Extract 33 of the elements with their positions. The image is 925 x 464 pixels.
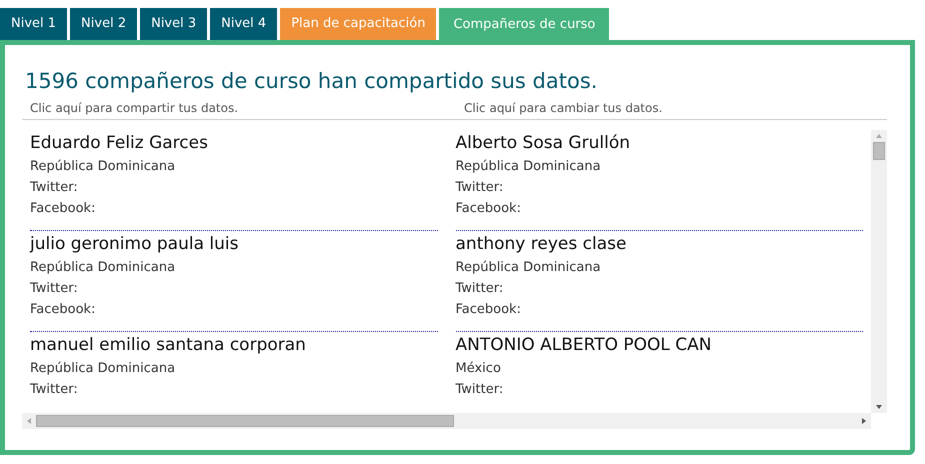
- tab[interactable]: Nivel 2: [70, 8, 138, 40]
- classmate-name: Eduardo Feliz Garces: [30, 132, 209, 155]
- classmate-name: ANTONIO ALBERTO POOL CAN: [456, 334, 712, 357]
- twitter-label: Twitter:: [30, 179, 79, 197]
- twitter-label: Twitter:: [30, 280, 79, 298]
- twitter-label: Twitter:: [30, 381, 79, 399]
- country-text: República Dominicana: [30, 259, 176, 277]
- scrollbar-thumb[interactable]: [36, 415, 454, 427]
- tab[interactable]: Nivel 3: [140, 8, 208, 40]
- vertical-scrollbar[interactable]: [871, 130, 887, 413]
- twitter-label: Twitter:: [456, 280, 504, 298]
- twitter-label: Twitter:: [456, 179, 504, 197]
- facebook-label: Facebook:: [456, 200, 522, 218]
- horizontal-scrollbar[interactable]: [22, 413, 871, 429]
- country-text: República Dominicana: [456, 158, 602, 176]
- classmate-name: Alberto Sosa Grullón: [456, 132, 631, 155]
- change-data-link[interactable]: Clic aquí para cambiar tus datos.: [456, 99, 662, 117]
- country-text: República Dominicana: [30, 158, 176, 176]
- country-text: República Dominicana: [456, 259, 602, 277]
- country-text: República Dominicana: [30, 360, 176, 378]
- tab[interactable]: Nivel 4: [210, 8, 278, 40]
- classmate-name: julio geronimo paula luis: [30, 233, 240, 256]
- facebook-label: Facebook:: [456, 301, 522, 319]
- country-text: México: [456, 360, 502, 378]
- scrollbar-thumb[interactable]: [873, 142, 885, 160]
- classmate-name: anthony reyes clase: [456, 233, 628, 256]
- share-data-link[interactable]: Clic aquí para compartir tus datos.: [22, 99, 456, 117]
- page-heading: 1596 compañeros de curso han compartido sus datos.: [24, 68, 598, 95]
- tab[interactable]: Nivel 1: [0, 8, 68, 40]
- twitter-label: Twitter:: [456, 381, 504, 399]
- facebook-label: Facebook:: [30, 200, 96, 218]
- classmate-name: manuel emilio santana corporan: [30, 334, 307, 357]
- facebook-label: Facebook:: [30, 301, 96, 319]
